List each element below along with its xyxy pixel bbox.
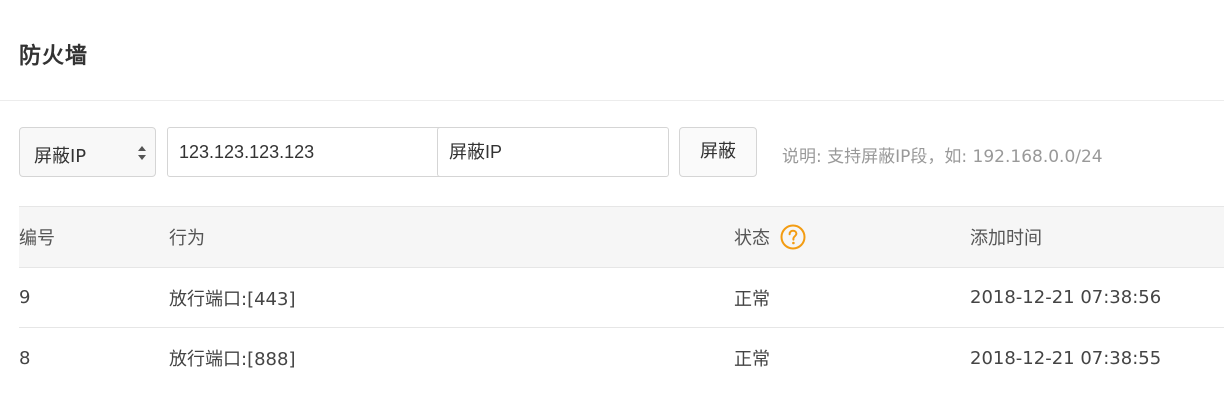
ip-input[interactable]: 123.123.123.123	[167, 127, 445, 177]
header-time: 添加时间	[970, 228, 1042, 249]
question-circle-icon[interactable]	[780, 224, 806, 250]
rule-type-select-value: 屏蔽IP	[34, 146, 87, 167]
header-status-label: 状态	[734, 228, 770, 249]
row-time: 2018-12-21 07:38:56	[970, 287, 1162, 308]
table-row: 8 放行端口:[888] 正常 2018-12-21 07:38:55	[19, 328, 1224, 388]
row-status: 正常	[734, 288, 770, 310]
table-header-row: 编号 行为 状态 添加时间	[19, 206, 1224, 268]
note-input[interactable]: 屏蔽IP	[437, 127, 669, 177]
table-row: 9 放行端口:[443] 正常 2018-12-21 07:38:56	[19, 268, 1224, 328]
block-button[interactable]: 屏蔽	[679, 127, 757, 177]
select-updown-icon	[138, 146, 146, 160]
row-status: 正常	[734, 349, 770, 370]
row-time: 2018-12-21 07:38:55	[970, 347, 1162, 369]
row-id: 9	[19, 287, 31, 308]
row-id: 8	[19, 347, 31, 369]
firewall-table: 编号 行为 状态 添加时间 9 放行端口:[443] 正常 2018-12-21…	[19, 206, 1224, 388]
row-action: 放行端口:[443]	[169, 288, 296, 310]
header-action: 行为	[169, 228, 205, 249]
header-id: 编号	[19, 228, 55, 249]
hint-text: 说明: 支持屏蔽IP段，如: 192.168.0.0/24	[782, 147, 1103, 167]
rule-type-select[interactable]: 屏蔽IP	[19, 127, 156, 177]
header-status: 状态	[734, 207, 806, 267]
title-divider	[0, 100, 1224, 101]
page-title: 防火墙	[19, 44, 89, 69]
row-action: 放行端口:[888]	[169, 349, 296, 370]
